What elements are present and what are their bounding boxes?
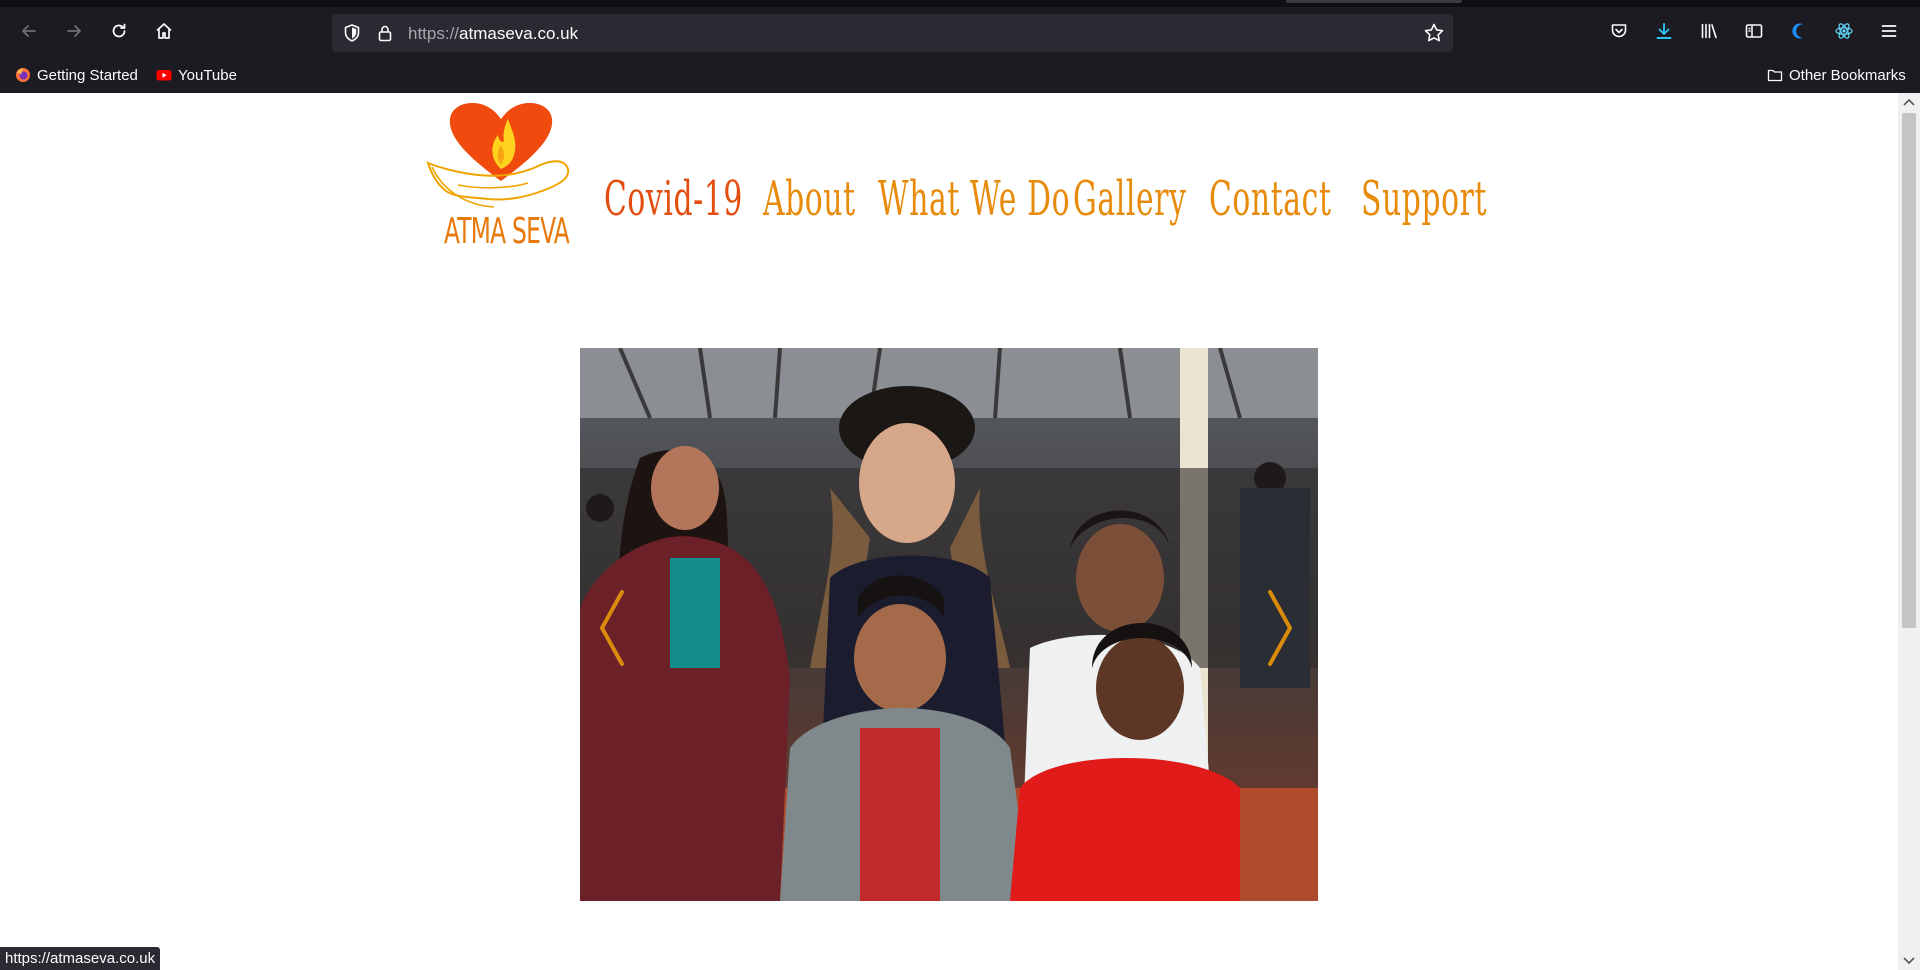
extension-button-1[interactable] [1782, 14, 1816, 48]
react-devtools-button[interactable] [1827, 14, 1861, 48]
youtube-icon [156, 70, 172, 81]
nav-gallery[interactable]: Gallery [1073, 171, 1187, 227]
library-icon [1701, 23, 1717, 39]
other-bookmarks-label: Other Bookmarks [1789, 66, 1906, 84]
pocket-icon [1611, 24, 1627, 38]
other-bookmarks[interactable]: Other Bookmarks [1767, 64, 1906, 86]
nav-contact[interactable]: Contact [1209, 171, 1332, 227]
arrow-left-icon [22, 25, 36, 37]
url-scheme: https:// [408, 24, 460, 43]
page-scrollbar[interactable] [1898, 93, 1920, 970]
nav-what-we-do[interactable]: What We Do [878, 171, 1070, 227]
reload-button[interactable] [102, 14, 136, 48]
scroll-thumb[interactable] [1902, 113, 1916, 628]
lock-icon[interactable] [375, 23, 395, 43]
bookmark-label: YouTube [178, 66, 237, 84]
chevron-down-icon [1903, 957, 1915, 965]
link-status-bar: https://atmaseva.co.uk [0, 947, 161, 970]
logo-text: ATMA SEVA [444, 211, 570, 252]
home-icon [156, 23, 172, 39]
bookmark-star-icon[interactable] [1423, 22, 1445, 44]
bookmarks-toolbar: Getting Started YouTube Other Bookmarks [0, 62, 1920, 88]
navigation-toolbar: https://atmaseva.co.uk [0, 10, 1920, 56]
sidebar-icon [1745, 24, 1763, 38]
reload-icon [112, 23, 126, 38]
scroll-down-button[interactable] [1898, 952, 1920, 970]
tab-indicator[interactable] [1286, 0, 1462, 3]
pocket-button[interactable] [1602, 14, 1636, 48]
back-button[interactable] [12, 14, 46, 48]
library-button[interactable] [1692, 14, 1726, 48]
scroll-up-button[interactable] [1898, 93, 1920, 111]
slider-prev-button[interactable] [592, 588, 632, 668]
nav-about[interactable]: About [763, 171, 856, 227]
react-icon [1835, 23, 1853, 39]
shield-icon[interactable] [342, 23, 362, 43]
download-icon [1656, 23, 1672, 39]
nav-covid-19[interactable]: Covid-19 [604, 171, 743, 227]
nav-support[interactable]: Support [1361, 171, 1487, 227]
firefox-icon [16, 68, 30, 82]
web-page: ATMA SEVA Covid-19 About What We Do Gall… [0, 93, 1898, 970]
tab-strip [0, 0, 1920, 7]
image-slider[interactable] [580, 348, 1318, 901]
crescent-extension-icon [1792, 23, 1803, 39]
home-button[interactable] [147, 14, 181, 48]
sidebar-button[interactable] [1737, 14, 1771, 48]
chevron-right-icon [1268, 590, 1293, 666]
url-text[interactable]: https://atmaseva.co.uk [408, 24, 578, 44]
bookmark-label: Getting Started [37, 66, 138, 84]
bookmark-getting-started[interactable]: Getting Started [15, 64, 138, 86]
forward-button[interactable] [57, 14, 91, 48]
slider-next-button[interactable] [1260, 588, 1300, 668]
folder-icon [1767, 69, 1783, 82]
downloads-button[interactable] [1647, 14, 1681, 48]
bookmark-youtube[interactable]: YouTube [156, 64, 237, 86]
slide-photo [580, 348, 1318, 901]
arrow-right-icon [67, 25, 81, 37]
hamburger-menu-icon [1881, 25, 1897, 37]
url-bar[interactable]: https://atmaseva.co.uk [332, 14, 1453, 52]
browser-chrome: https://atmaseva.co.uk Getting Started Y… [0, 0, 1920, 93]
chevron-left-icon [599, 590, 624, 666]
url-host: atmaseva.co.uk [459, 24, 579, 43]
app-menu-button[interactable] [1872, 14, 1906, 48]
chevron-up-icon [1903, 98, 1915, 106]
